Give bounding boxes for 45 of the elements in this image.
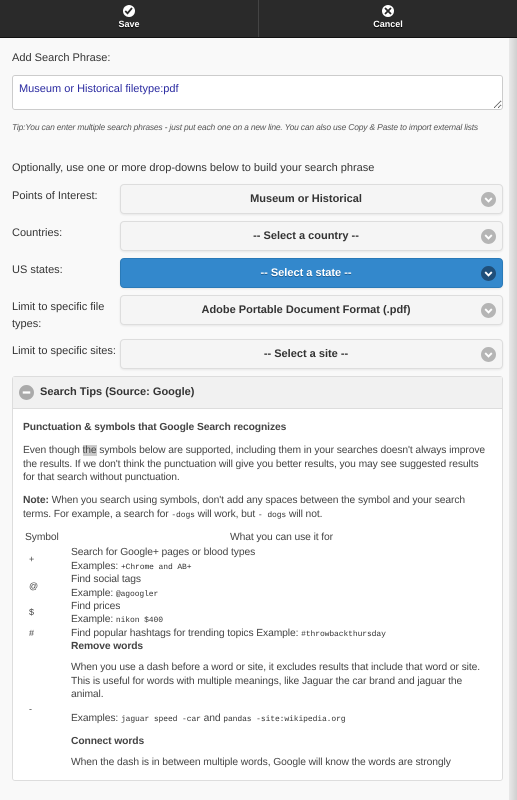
symbol-text: @: [28, 580, 40, 592]
field-label: US states:: [12, 263, 64, 278]
description-text: Find popular hashtags for trending topics Example: #throwbackthursday: [71, 626, 387, 640]
dropdown[interactable]: Museum or Historical: [120, 184, 503, 214]
field-label: Limit to specific file types:: [12, 300, 106, 332]
search-phrase-field[interactable]: Museum or Historical filetype:pdf: [12, 74, 503, 110]
description-text: Example: @agoogler: [71, 586, 160, 600]
chevron-down-icon: [481, 266, 496, 281]
intro-text: Optionally, use one or more drop-downs below to build your search phrase: [12, 160, 376, 176]
dropdown[interactable]: -- Select a state --: [120, 258, 503, 288]
symbol-text: $: [28, 607, 35, 620]
paragraph: When you use a dash before a word or site, it excludes results that include that word or site. This is useful for words with multiple meanings, like Jaguar the car brand and jaguar the animal.: [71, 661, 481, 702]
paragraph: When the dash is in between multiple words, Google will know the words are strongly: [71, 756, 452, 770]
close-icon: [382, 5, 394, 18]
subheading: Remove words: [71, 640, 144, 654]
tip-text: Tip:You can enter multiple search phrases - just put each one on a new line. You can also use Copy & Paste to import external lists: [12, 121, 479, 134]
column-header: Symbol: [24, 531, 60, 544]
field-label: Countries:: [12, 226, 64, 242]
symbol-text: #: [28, 628, 35, 640]
subheading: Connect words: [71, 734, 146, 748]
description-text: Example: nikon $400: [71, 613, 164, 627]
collapsible-header[interactable]: Search Tips (Source: Google): [13, 377, 502, 409]
field-label: Limit to specific sites:: [12, 344, 117, 360]
paragraph: Examples: jaguar speed -car and pandas -site:wikipedia.org: [71, 712, 346, 725]
field-label: Add Search Phrase:: [12, 51, 112, 66]
dropdown[interactable]: -- Select a country --: [120, 221, 503, 252]
description-text: Search for Google+ pages or blood types: [71, 546, 256, 560]
dropdown[interactable]: Adobe Portable Document Format (.pdf): [120, 295, 503, 326]
chevron-down-icon: [481, 192, 496, 207]
chevron-down-icon: [481, 228, 496, 244]
symbol-text: -: [28, 704, 33, 716]
paragraph: Note: When you search using symbols, don't add any spaces between the symbol and your search terms. For example, a search for -dogs will work, but - dogs will not.: [23, 494, 466, 522]
description-text: Find social tags: [71, 573, 142, 587]
check-icon: [123, 5, 135, 18]
minus-icon: [19, 385, 34, 400]
column-header: What you can use it for: [228, 531, 334, 544]
paragraph: Even though the symbols below are supported, including them in your searches doesn't always improve the results. If we don't think the punctuation will give you better results, you may see suggested results for that search without punctuation.: [23, 444, 486, 484]
dropdown[interactable]: -- Select a site --: [120, 339, 503, 370]
symbol-text: +: [28, 554, 36, 566]
field-label: Points of Interest:: [12, 189, 99, 204]
description-text: Find prices: [71, 600, 122, 614]
chevron-down-icon: [481, 346, 496, 362]
description-text: Examples: +Chrome and AB+: [71, 560, 192, 574]
section-heading: Punctuation & symbols that Google Search recognizes: [23, 420, 288, 434]
chevron-down-icon: [481, 302, 496, 318]
